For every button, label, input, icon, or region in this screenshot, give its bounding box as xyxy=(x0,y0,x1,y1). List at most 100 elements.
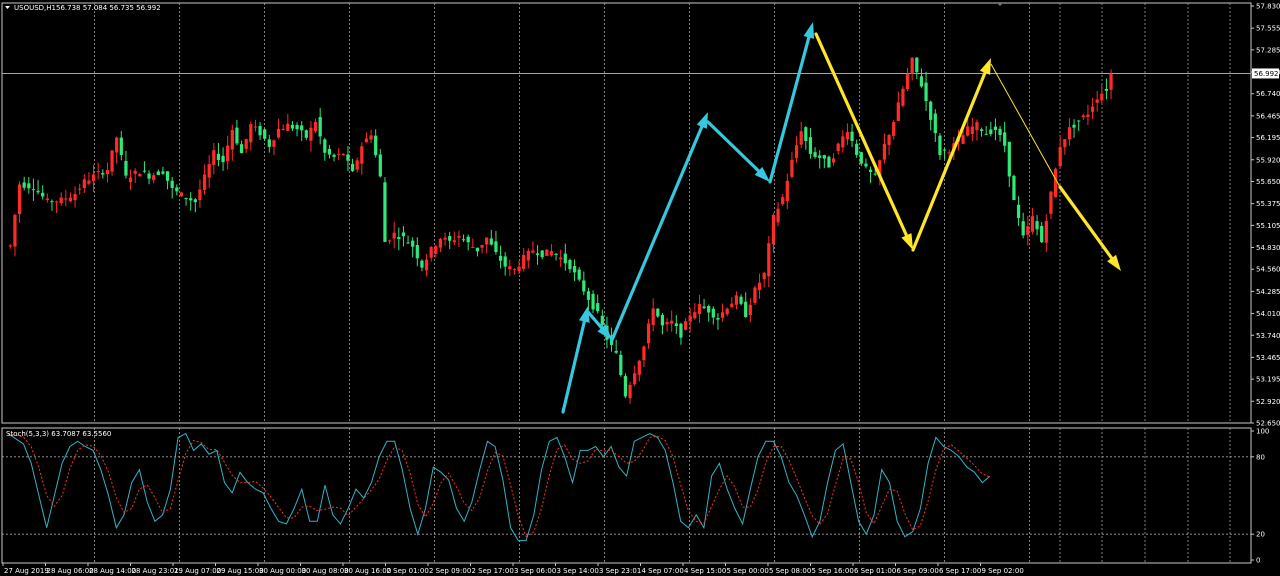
stoch-tick-label: 0 xyxy=(1256,557,1260,565)
candle-body xyxy=(785,180,789,202)
candle-body xyxy=(244,139,248,149)
candle-body xyxy=(642,346,646,361)
symbol-label: USOUSD,H1 xyxy=(14,4,56,12)
candle-body xyxy=(175,187,179,192)
candle-body xyxy=(901,88,905,106)
price-tick-label: 55.920 xyxy=(1256,156,1280,164)
candle-body xyxy=(87,180,91,184)
candle-body xyxy=(549,251,554,256)
candle-body xyxy=(868,169,873,172)
arrow-down-4 xyxy=(1058,185,1114,260)
candle-body xyxy=(448,236,452,241)
candle-body xyxy=(212,150,216,165)
time-tick-label: 9 Sep 02:00 xyxy=(982,567,1024,575)
candle-body xyxy=(226,145,230,162)
candle-body xyxy=(124,160,128,176)
candle-body xyxy=(1049,191,1053,214)
price-tick-label: 53.195 xyxy=(1256,376,1280,384)
candle-body xyxy=(54,201,59,203)
candle-body xyxy=(1058,146,1062,167)
chart-window: 57.83057.55557.28557.01056.74056.46556.1… xyxy=(1,2,1280,575)
candle-body xyxy=(1063,139,1067,148)
candle-body xyxy=(341,154,345,156)
candle-body xyxy=(230,130,234,150)
candle-body xyxy=(522,254,526,269)
candle-body xyxy=(152,175,156,181)
candle-body xyxy=(276,128,281,138)
candle-body xyxy=(313,122,318,132)
candle-body xyxy=(1090,106,1095,112)
price-tick-label: 54.010 xyxy=(1256,310,1280,318)
candle-body xyxy=(975,122,979,131)
candle-body xyxy=(1003,132,1007,146)
candle-body xyxy=(309,127,313,141)
candle-body xyxy=(572,265,577,273)
candle-body xyxy=(115,137,119,153)
time-tick-label: 30 Aug 08:00 xyxy=(302,567,349,575)
candle-body xyxy=(526,251,530,261)
time-tick-label: 6 Sep 09:00 xyxy=(897,567,939,575)
candle-body xyxy=(378,154,382,177)
candle-body xyxy=(1072,124,1076,128)
candle-body xyxy=(744,301,748,318)
price-tick-label: 55.650 xyxy=(1256,178,1280,186)
price-tick-label: 54.560 xyxy=(1256,266,1280,274)
candle-body xyxy=(50,201,54,203)
stoch-label: Stoch(5,3,3) 63.7087 63.5560 xyxy=(6,430,111,438)
candle-body xyxy=(683,321,688,330)
candle-body xyxy=(369,135,373,140)
candle-body xyxy=(133,170,137,174)
candle-body xyxy=(392,232,396,239)
candle-body xyxy=(272,140,276,147)
candle-body xyxy=(170,180,174,189)
price-tick-label: 55.375 xyxy=(1256,200,1280,208)
candle-body xyxy=(68,197,73,202)
candle-body xyxy=(1040,226,1044,243)
candle-body xyxy=(263,129,267,139)
candle-body xyxy=(429,247,433,258)
candle-body xyxy=(1026,226,1030,235)
candle-body xyxy=(989,129,993,135)
candle-body xyxy=(406,242,410,244)
candle-body xyxy=(337,153,341,155)
candle-body xyxy=(249,124,253,143)
candle-body xyxy=(452,240,456,243)
candle-body xyxy=(494,241,498,253)
candle-body xyxy=(596,303,600,312)
candle-body xyxy=(424,259,429,271)
candle-body xyxy=(716,317,720,320)
price-tick-label: 56.740 xyxy=(1256,90,1280,98)
time-tick-label: 2 Sep 01:00 xyxy=(387,567,429,575)
candle-body xyxy=(332,154,336,157)
price-tick-label: 53.465 xyxy=(1256,354,1280,362)
candle-body xyxy=(91,174,96,182)
candle-body xyxy=(1053,168,1058,197)
candle-body xyxy=(970,126,974,134)
scroll-marker-icon xyxy=(997,3,1003,6)
candle-body xyxy=(822,155,826,159)
candle-body xyxy=(1021,221,1025,236)
stoch-tick-label: 20 xyxy=(1256,531,1265,539)
candle-body xyxy=(845,132,850,140)
candle-body xyxy=(45,198,49,200)
candle-body xyxy=(8,245,12,247)
main-grid xyxy=(1,2,1252,424)
candle-body xyxy=(374,135,378,156)
candle-body xyxy=(730,303,734,308)
current-price-label: 56.992 xyxy=(1254,70,1279,78)
menu-triangle-icon[interactable] xyxy=(5,6,10,9)
arrow-down-4-thin xyxy=(990,63,1061,188)
candle-body xyxy=(919,76,924,87)
candle-body xyxy=(656,308,660,317)
time-tick-label: 5 Sep 00:00 xyxy=(727,567,769,575)
price-axis: 57.83057.55557.28557.01056.74056.46556.1… xyxy=(1251,3,1280,428)
candle-body xyxy=(568,260,572,270)
candle-body xyxy=(660,315,665,326)
candle-body xyxy=(216,153,221,161)
candle-body xyxy=(461,239,466,241)
time-tick-label: 29 Aug 15:00 xyxy=(217,567,264,575)
candle-body xyxy=(105,170,110,175)
candle-body xyxy=(808,137,813,154)
candle-body xyxy=(420,260,424,268)
candle-body xyxy=(804,127,808,142)
